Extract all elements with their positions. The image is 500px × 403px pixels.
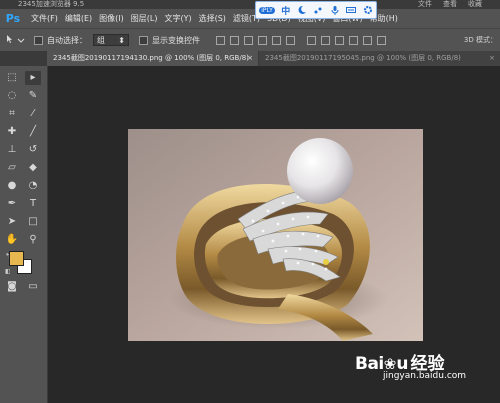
distribute-hcenter-icon[interactable] [363,35,372,45]
show-transform-label: 显示变换控件 [152,35,200,45]
align-top-icon[interactable] [216,35,225,45]
align-right-icon[interactable] [286,35,295,45]
chevron-down-icon: ⬍ [118,36,125,45]
default-colors-icon[interactable]: ◧ [5,268,11,275]
close-icon[interactable]: × [247,51,253,66]
healing-brush-tool-icon[interactable]: ✚ [4,125,20,139]
moon-icon[interactable] [297,5,307,15]
menu-layer[interactable]: 图层(L) [131,13,158,24]
align-buttons [216,35,391,45]
hand-tool-icon[interactable]: ✋ [4,233,20,247]
ime-badge: iPLY [259,6,275,14]
blur-tool-icon[interactable]: ● [4,179,20,193]
browser-link-file[interactable]: 文件 [418,0,432,9]
type-tool-icon[interactable]: T [25,197,41,211]
ime-chinese-mode[interactable]: 中 [281,4,290,17]
foreground-color-swatch[interactable] [9,251,24,266]
paint-bucket-tool-icon[interactable]: ◆ [25,161,41,175]
document-tab-inactive[interactable]: 2345截图20190117195045.png @ 100% (图层 0, R… [259,51,500,66]
eraser-tool-icon[interactable]: ▱ [4,161,20,175]
screen-mode-icon[interactable]: ▭ [25,280,41,294]
eyedropper-tool-icon[interactable]: ⁄ [25,107,41,121]
align-vcenter-icon[interactable] [230,35,239,45]
path-selection-tool-icon[interactable]: ➤ [4,215,20,229]
document-tab-label: 2345截图20190117194130.png @ 100% (图层 0, R… [53,54,249,62]
move-tool-icon[interactable]: ▸ [25,71,41,85]
options-bar: 自动选择： 组 ⬍ 显示变换控件 3D 模式： [0,28,500,52]
zoom-tool-icon[interactable]: ⚲ [25,233,41,247]
menu-bar: Ps 文件(F) 编辑(E) 图像(I) 图层(L) 文字(Y) 选择(S) 滤… [0,9,500,28]
document-tab-bar: 2345截图20190117194130.png @ 100% (图层 0, R… [0,51,500,66]
distribute-left-icon[interactable] [349,35,358,45]
watermark-brand: Bai [355,354,384,374]
document-image-ring[interactable] [128,129,423,341]
browser-title-bar: 2345加速浏览器 9.5 文件 查看 收藏 [0,0,500,9]
document-tab-active[interactable]: 2345截图20190117194130.png @ 100% (图层 0, R… [47,51,258,66]
menu-edit[interactable]: 编辑(E) [65,13,92,24]
auto-select-dropdown[interactable]: 组 ⬍ [93,34,129,46]
marquee-tool-icon[interactable]: ⬚ [4,71,20,85]
crop-tool-icon[interactable]: ⌗ [4,107,20,121]
rectangle-tool-icon[interactable]: □ [25,215,41,229]
auto-select-label: 自动选择： [47,35,87,45]
lasso-tool-icon[interactable]: ◌ [4,89,20,103]
dodge-tool-icon[interactable]: ◔ [25,179,41,193]
align-left-icon[interactable] [258,35,267,45]
browser-title: 2345加速浏览器 9.5 [18,0,85,8]
menu-type[interactable]: 文字(Y) [164,13,191,24]
auto-select-checkbox[interactable] [34,35,43,45]
distribute-top-icon[interactable] [307,35,316,45]
clone-stamp-tool-icon[interactable]: ⊥ [4,143,20,157]
quick-select-tool-icon[interactable]: ✎ [25,89,41,103]
3d-mode-label: 3D 模式： [463,36,497,44]
browser-link-view[interactable]: 查看 [443,0,457,9]
quick-mask-icon[interactable]: ◙ [4,280,20,294]
align-bottom-icon[interactable] [244,35,253,45]
close-icon[interactable]: × [489,51,495,66]
browser-link-favorites[interactable]: 收藏 [468,0,482,9]
menu-select[interactable]: 选择(S) [199,13,226,24]
tools-panel: ⬚ ▸ ◌ ✎ ⌗ ⁄ ✚ ╱ ⊥ ↺ ▱ ◆ ● ◔ ✒ T ➤ □ ✋ ⚲ … [0,66,48,403]
keyboard-icon[interactable] [346,5,357,15]
document-tab-label: 2345截图20190117195045.png @ 100% (图层 0, R… [265,54,461,62]
microphone-icon[interactable] [330,5,340,15]
pen-tool-icon[interactable]: ✒ [4,197,20,211]
photoshop-logo: Ps [5,12,21,25]
distribute-vcenter-icon[interactable] [321,35,330,45]
watermark-url: jingyan.baidu.com [383,371,467,381]
menu-file[interactable]: 文件(F) [31,13,58,24]
ime-toolbar[interactable]: iPLY 中 [255,1,377,19]
menu-image[interactable]: 图像(I) [99,13,124,24]
punctuation-icon[interactable] [313,5,323,15]
settings-icon[interactable] [363,5,373,15]
align-hcenter-icon[interactable] [272,35,281,45]
auto-select-value: 组 [97,36,105,45]
history-brush-tool-icon[interactable]: ↺ [25,143,41,157]
move-tool-preset-icon[interactable] [4,33,26,47]
show-transform-checkbox[interactable] [139,35,148,45]
brush-tool-icon[interactable]: ╱ [25,125,41,139]
distribute-bottom-icon[interactable] [335,35,344,45]
distribute-right-icon[interactable] [377,35,386,45]
baidu-jingyan-watermark: Bai❀u 经验 jingyan.baidu.com [355,349,466,381]
